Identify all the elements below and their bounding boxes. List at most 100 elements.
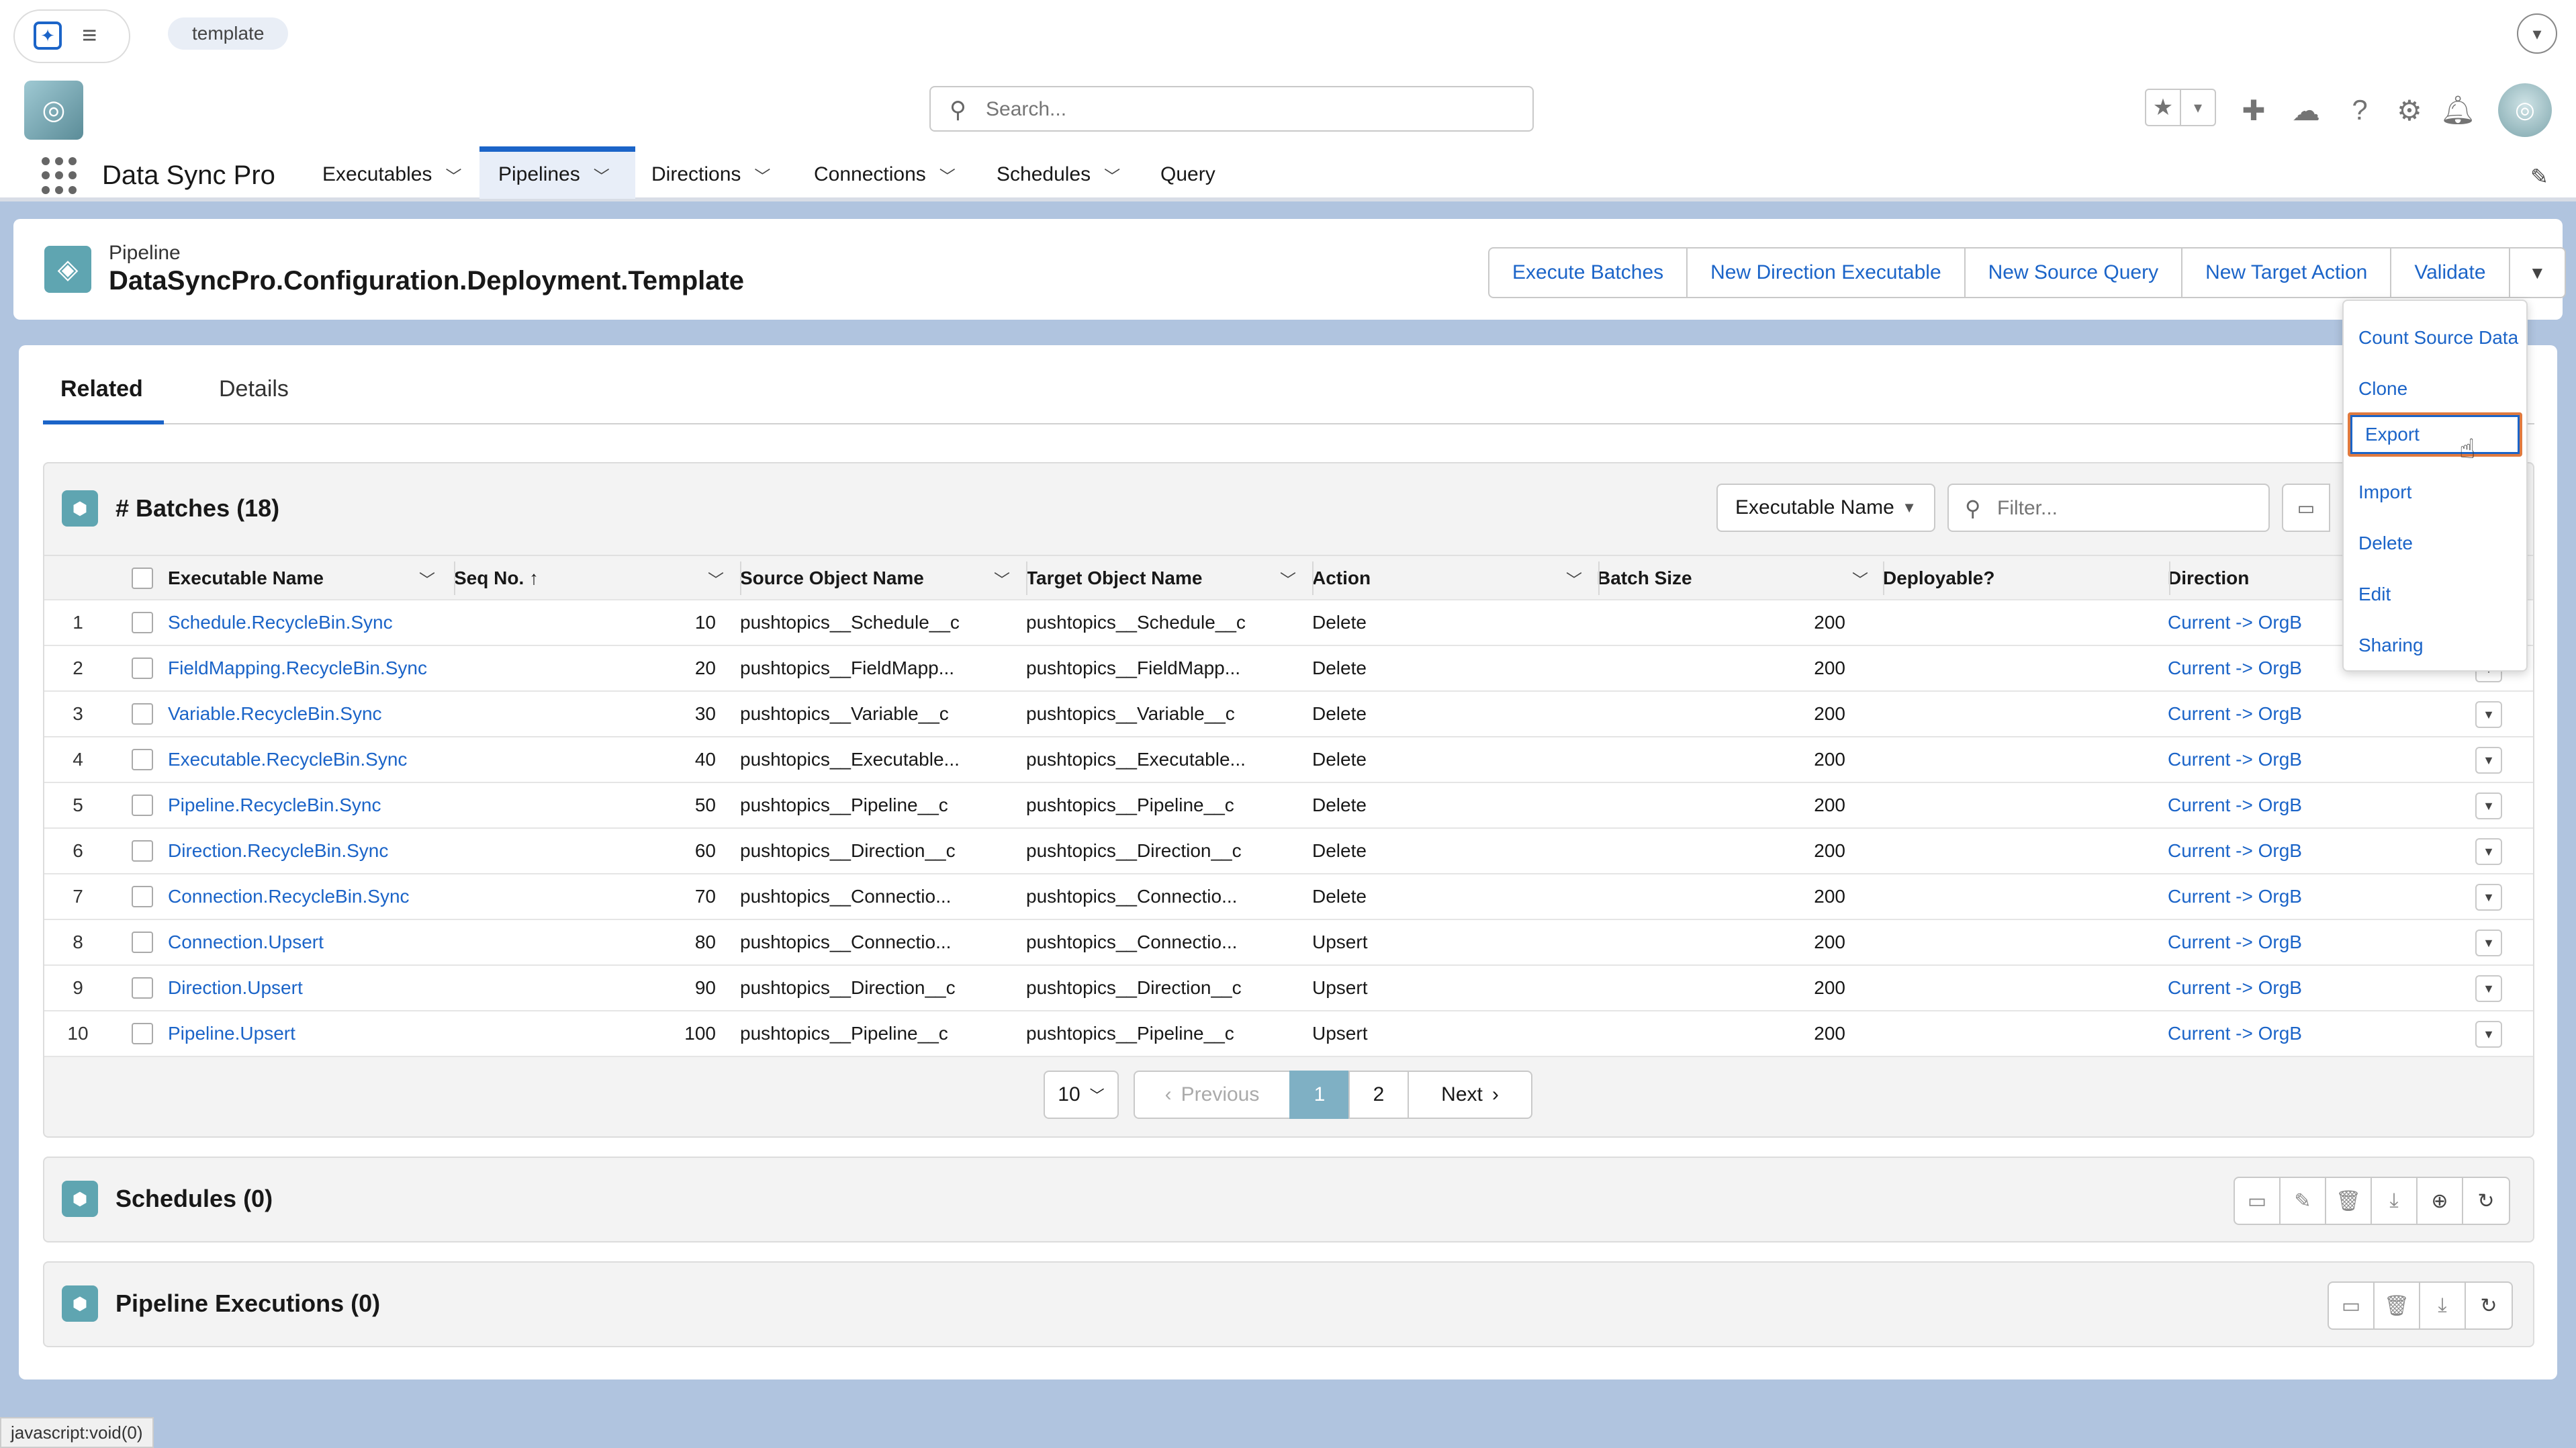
menu-item-export[interactable]: Export [2348, 412, 2522, 457]
column-header[interactable]: Executable Name [168, 556, 324, 600]
chevron-down-icon[interactable]: ﹀ [939, 163, 956, 187]
plus-icon[interactable]: ✚ [2235, 91, 2272, 129]
chevron-down-icon[interactable]: ﹀ [708, 556, 724, 600]
tab-details[interactable]: Details [219, 376, 289, 402]
new-direction-executable-button[interactable]: New Direction Executable [1688, 248, 1966, 297]
row-actions-menu-icon[interactable]: ▼ [2475, 930, 2502, 956]
column-header[interactable]: Direction [2168, 556, 2249, 600]
cell-name[interactable]: Pipeline.RecycleBin.Sync [168, 783, 450, 827]
pencil-icon[interactable]: ✎ [2530, 164, 2548, 189]
column-header[interactable]: Target Object Name [1026, 556, 1202, 600]
refresh-icon[interactable]: ↻ [2463, 1178, 2509, 1224]
row-checkbox[interactable] [132, 795, 153, 816]
row-actions-menu-icon[interactable]: ▼ [2475, 884, 2502, 911]
cloud-icon[interactable]: ☁ [2287, 91, 2325, 129]
select-all-checkbox[interactable] [132, 568, 153, 589]
bell-icon[interactable]: 🔔︎ [2439, 91, 2477, 129]
app-launcher-icon[interactable] [42, 157, 79, 195]
chevron-down-icon[interactable]: ﹀ [754, 163, 770, 187]
cell-dir[interactable]: Current -> OrgB [2168, 1011, 2436, 1056]
chevron-down-icon[interactable]: ﹀ [1566, 556, 1582, 600]
row-actions-menu-icon[interactable]: ▼ [2475, 975, 2502, 1002]
page-size-select[interactable]: 10 ﹀ [1044, 1071, 1119, 1119]
tab-related[interactable]: Related [60, 376, 143, 402]
page-2-button[interactable]: 2 [1348, 1071, 1409, 1119]
filter-input[interactable] [1996, 493, 2254, 524]
chevron-down-icon[interactable]: ﹀ [594, 163, 610, 187]
download-icon[interactable]: ⤓ [2420, 1283, 2466, 1328]
cell-dir[interactable]: Current -> OrgB [2168, 874, 2436, 919]
cell-name[interactable]: Direction.RecycleBin.Sync [168, 829, 450, 873]
row-checkbox[interactable] [132, 932, 153, 953]
row-checkbox[interactable] [132, 612, 153, 633]
cell-name[interactable]: Direction.Upsert [168, 966, 450, 1010]
cell-dir[interactable]: Current -> OrgB [2168, 783, 2436, 827]
chevron-down-icon[interactable]: ﹀ [994, 556, 1010, 600]
app-launcher-pill[interactable]: ✦ ≡ [13, 9, 130, 63]
global-search[interactable]: ⚲ [929, 86, 1534, 132]
star-icon[interactable]: ★ [2146, 90, 2180, 125]
row-actions-menu-icon[interactable]: ▼ [2475, 701, 2502, 728]
row-actions-menu-icon[interactable]: ▼ [2475, 747, 2502, 774]
nav-item-query[interactable]: Query [1160, 152, 1215, 197]
row-checkbox[interactable] [132, 886, 153, 907]
chevron-down-icon[interactable]: ﹀ [1104, 163, 1120, 187]
menu-item-count-source-data[interactable]: Count Source Data [2344, 316, 2526, 360]
row-checkbox[interactable] [132, 1023, 153, 1044]
cell-dir[interactable]: Current -> OrgB [2168, 920, 2436, 964]
column-header[interactable]: Batch Size [1597, 556, 1692, 600]
nav-item-directions[interactable]: Directions ﹀ [651, 152, 770, 197]
menu-item-sharing[interactable]: Sharing [2344, 623, 2526, 668]
chevron-down-icon[interactable]: ﹀ [1280, 556, 1296, 600]
execute-batches-button[interactable]: Execute Batches [1489, 248, 1688, 297]
row-checkbox[interactable] [132, 703, 153, 725]
table-view-icon[interactable]: ▭ [2329, 1283, 2375, 1328]
refresh-icon[interactable]: ↻ [2466, 1283, 2512, 1328]
chevron-down-icon[interactable]: ▾ [2517, 13, 2557, 54]
cell-dir[interactable]: Current -> OrgB [2168, 829, 2436, 873]
hamburger-menu-icon[interactable]: ≡ [82, 23, 97, 48]
row-checkbox[interactable] [132, 977, 153, 999]
previous-page-button[interactable]: ‹ Previous [1134, 1071, 1291, 1119]
search-input[interactable] [984, 94, 1511, 125]
add-icon[interactable]: ⊕ [2418, 1178, 2463, 1224]
table-view-icon[interactable]: ▭ [2282, 484, 2330, 532]
menu-item-delete[interactable]: Delete [2344, 521, 2526, 565]
cell-dir[interactable]: Current -> OrgB [2168, 966, 2436, 1010]
trash-icon[interactable]: 🗑︎ [2326, 1178, 2372, 1224]
page-1-button[interactable]: 1 [1289, 1071, 1350, 1119]
download-icon[interactable]: ⤓ [2372, 1178, 2418, 1224]
nav-item-executables[interactable]: Executables ﹀ [322, 152, 461, 197]
column-header[interactable]: Seq No. ↑ [454, 556, 539, 600]
filter-field[interactable]: ⚲ [1947, 484, 2270, 532]
gear-icon[interactable]: ⚙ [2391, 91, 2428, 129]
chevron-down-icon[interactable]: ﹀ [419, 556, 435, 600]
row-actions-menu-icon[interactable]: ▼ [2475, 793, 2502, 819]
menu-item-import[interactable]: Import [2344, 470, 2526, 514]
column-header[interactable]: Deployable? [1883, 556, 1994, 600]
cell-name[interactable]: Connection.Upsert [168, 920, 450, 964]
validate-button[interactable]: Validate [2391, 248, 2510, 297]
chevron-down-icon[interactable]: ▾ [2180, 90, 2215, 125]
nav-item-pipelines[interactable]: Pipelines ﹀ [498, 152, 610, 197]
next-page-button[interactable]: Next › [1408, 1071, 1532, 1119]
template-tag[interactable]: template [168, 17, 289, 50]
chevron-down-icon[interactable]: ﹀ [1852, 556, 1868, 600]
cell-name[interactable]: Schedule.RecycleBin.Sync [168, 600, 450, 645]
menu-item-clone[interactable]: Clone [2344, 367, 2526, 411]
avatar[interactable]: ◎ [2498, 83, 2552, 137]
row-checkbox[interactable] [132, 840, 153, 862]
cell-dir[interactable]: Current -> OrgB [2168, 737, 2436, 782]
menu-item-edit[interactable]: Edit [2344, 572, 2526, 617]
cell-name[interactable]: Connection.RecycleBin.Sync [168, 874, 450, 919]
chevron-down-icon[interactable]: ﹀ [445, 163, 461, 187]
cell-name[interactable]: Pipeline.Upsert [168, 1011, 450, 1056]
row-checkbox[interactable] [132, 658, 153, 679]
nav-item-schedules[interactable]: Schedules ﹀ [997, 152, 1120, 197]
new-target-action-button[interactable]: New Target Action [2182, 248, 2392, 297]
new-source-query-button[interactable]: New Source Query [1966, 248, 2183, 297]
row-checkbox[interactable] [132, 749, 153, 770]
favorites-group[interactable]: ★ ▾ [2145, 89, 2216, 126]
nav-item-connections[interactable]: Connections ﹀ [814, 152, 956, 197]
column-header[interactable]: Action [1312, 556, 1371, 600]
